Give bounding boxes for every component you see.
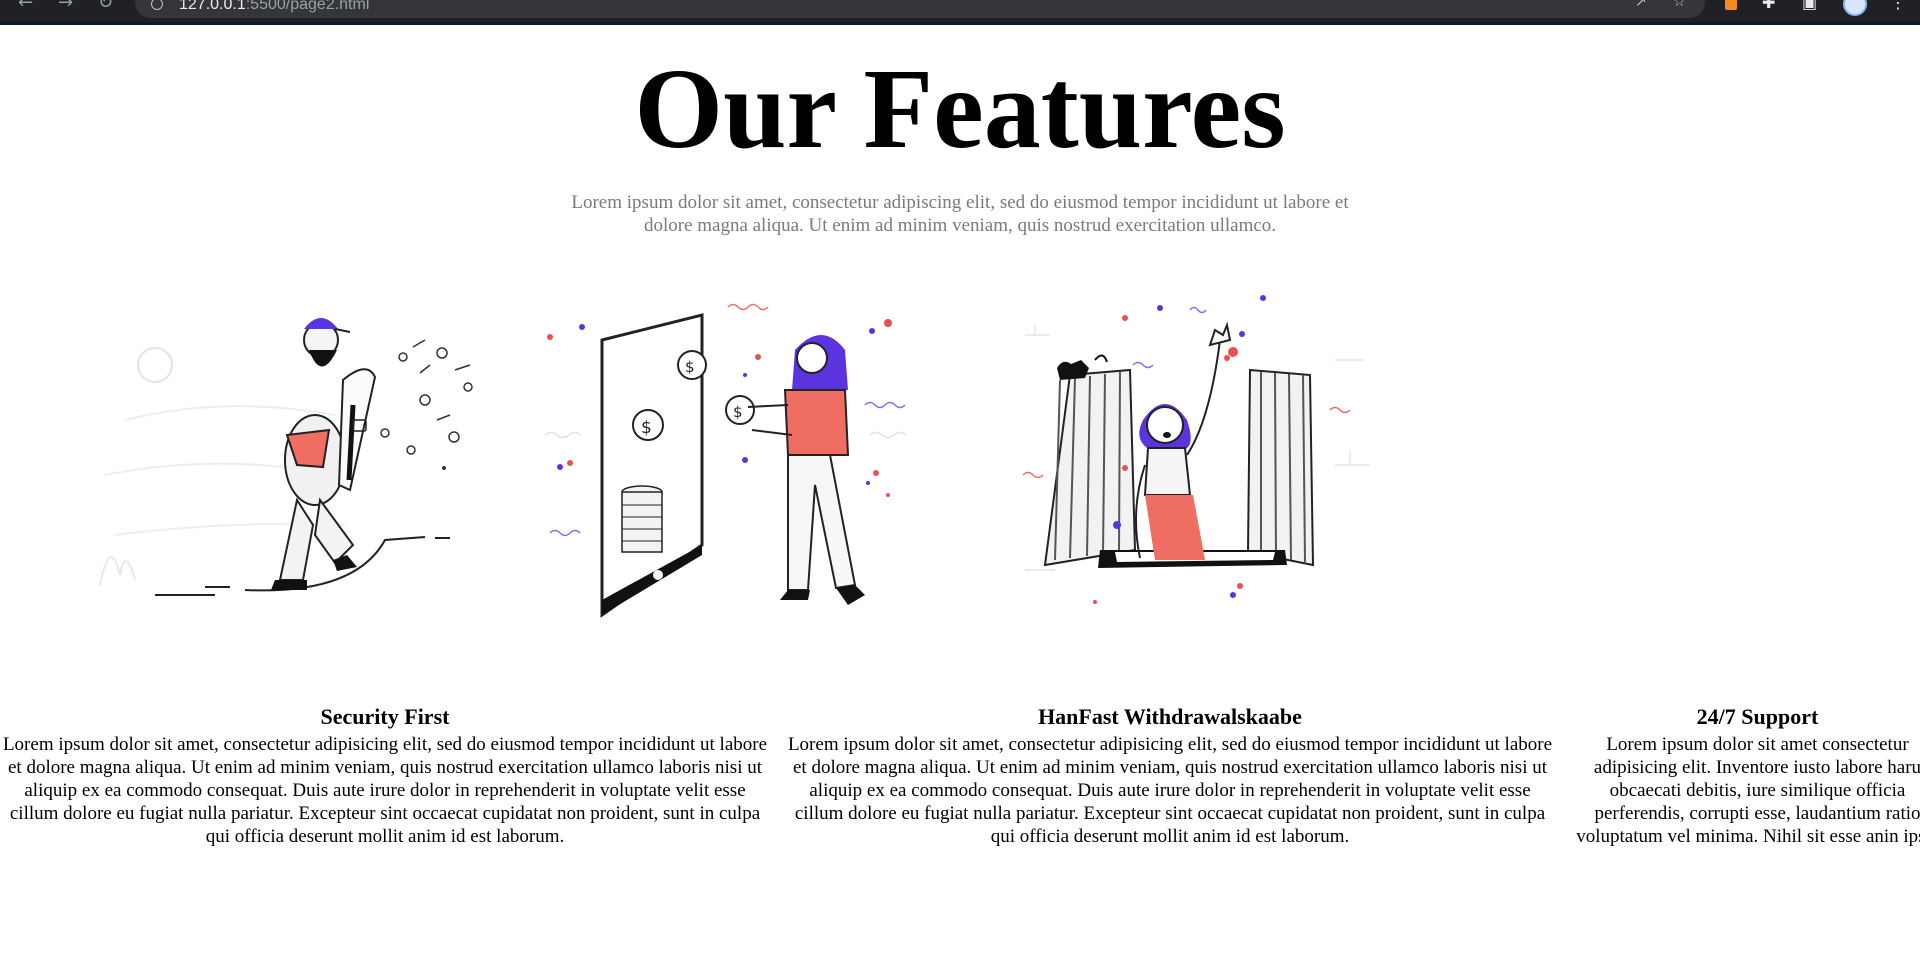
address-bar[interactable]: 127.0.0.1:5500/page2.html ↗ ☆ (135, 0, 1705, 18)
info-icon[interactable] (151, 0, 163, 10)
feature-text-security: Lorem ipsum dolor sit amet, consectetur … (2, 734, 768, 847)
share-icon[interactable]: ↗ (1635, 0, 1647, 9)
url-path: :5500/page2.html (245, 0, 370, 13)
url-text[interactable]: 127.0.0.1:5500/page2.html (179, 0, 369, 14)
svg-text:$: $ (733, 403, 743, 421)
support-illustration (1022, 295, 1370, 604)
profile-avatar[interactable] (1843, 0, 1867, 16)
star-icon[interactable]: ☆ (1673, 0, 1686, 9)
url-host: 127.0.0.1 (179, 0, 246, 13)
browser-toolbar: ← → ↻ 127.0.0.1:5500/page2.html ↗ ☆ ✚ ▣ … (0, 0, 1920, 25)
page-subtitle: Lorem ipsum dolor sit amet, consectetur … (571, 192, 1349, 236)
sidebar-icon[interactable]: ▣ (1802, 0, 1817, 12)
reload-icon[interactable]: ↻ (98, 0, 113, 12)
feature-title-support: 24/7 Support (1696, 704, 1819, 729)
svg-text:$: $ (685, 358, 695, 376)
withdrawal-illustration: $ $ $ (544, 303, 907, 618)
svg-text:$: $ (641, 418, 652, 438)
menu-icon[interactable]: ⋮ (1890, 0, 1906, 12)
feature-title-security: Security First (320, 704, 450, 729)
puzzle-icon[interactable]: ✚ (1762, 0, 1775, 12)
forward-arrow-icon[interactable]: → (58, 0, 73, 12)
feature-text-withdrawals: Lorem ipsum dolor sit amet, consectetur … (787, 734, 1553, 847)
feature-text-support: Lorem ipsum dolor sit amet consectetur a… (1576, 734, 1920, 847)
security-illustration (99, 318, 473, 596)
extension-icon[interactable] (1725, 0, 1737, 10)
back-arrow-icon[interactable]: ← (18, 0, 33, 12)
feature-title-withdrawals: HanFast Withdrawalskaabe (1038, 704, 1302, 729)
page-title: Our Features (634, 45, 1286, 172)
